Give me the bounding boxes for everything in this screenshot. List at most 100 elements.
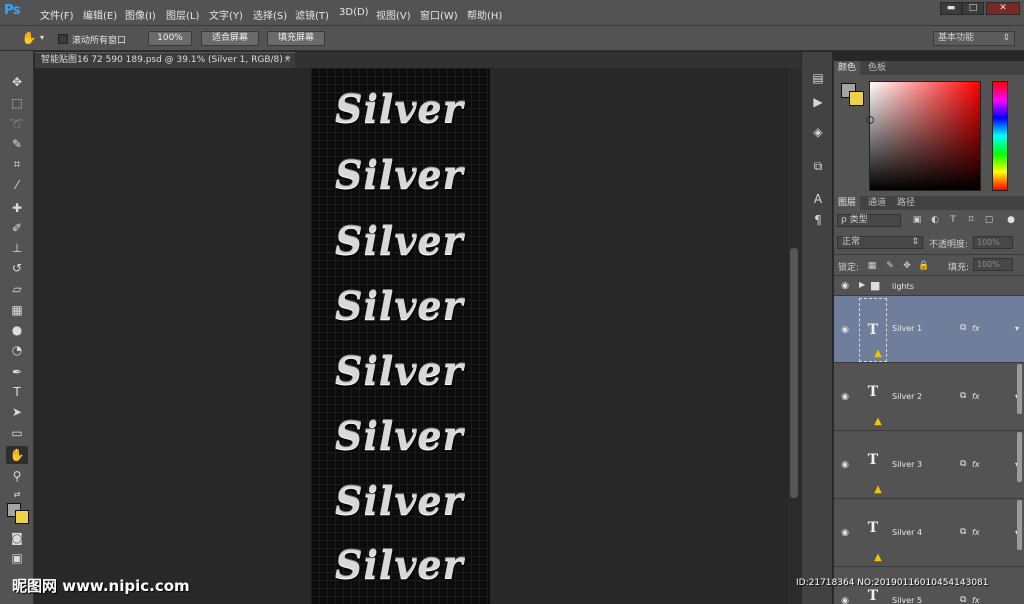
expand-effects-icon[interactable]: ▾ <box>1015 324 1019 333</box>
options-bar: ✋ ▾ 滚动所有窗口 100% 适合屏幕 填充屏幕 基本功能 ⇕ <box>0 26 1024 51</box>
dodge-tool-icon[interactable]: ◔ <box>6 341 28 359</box>
menu-select[interactable]: 选择(S) <box>253 7 287 22</box>
gradient-tool-icon[interactable]: ▦ <box>6 301 28 319</box>
lock-image-icon[interactable]: ✎ <box>884 260 896 272</box>
blur-tool-icon[interactable]: ● <box>6 321 28 339</box>
history-panel-icon[interactable]: ▤ <box>809 70 827 86</box>
eyedropper-tool-icon[interactable]: ⁄ <box>6 176 28 194</box>
visibility-eye-icon[interactable]: ◉ <box>839 527 851 539</box>
color-picker-cursor[interactable] <box>866 116 874 124</box>
tab-layers[interactable]: 图层 <box>834 196 861 210</box>
layer-fx-icon[interactable]: fx <box>972 460 980 469</box>
tab-channels[interactable]: 通道 <box>864 196 890 210</box>
shape-filter-icon[interactable]: ⌑ <box>964 214 978 227</box>
hand-tool-icon[interactable]: ✋ <box>6 446 28 464</box>
close-tab-icon[interactable]: × <box>283 53 291 68</box>
brush-tool-icon[interactable]: ✐ <box>6 219 28 237</box>
menu-edit[interactable]: 编辑(E) <box>83 7 117 22</box>
menu-view[interactable]: 视图(V) <box>376 7 411 22</box>
character-panel-icon[interactable]: A <box>809 191 827 207</box>
visibility-eye-icon[interactable]: ◉ <box>839 595 851 604</box>
zoom-tool-icon[interactable]: ⚲ <box>6 467 28 485</box>
document-canvas[interactable]: Silver Silver Silver Silver Silver Silve… <box>311 68 490 604</box>
marquee-tool-icon[interactable]: ⬚ <box>6 94 28 112</box>
fill-screen-button[interactable]: 填充屏幕 <box>267 31 325 46</box>
adjustments-panel-icon[interactable]: ◈ <box>809 124 827 140</box>
menu-image[interactable]: 图像(I) <box>125 7 156 22</box>
opacity-field[interactable]: 100% <box>973 236 1013 249</box>
crop-tool-icon[interactable]: ⌗ <box>6 155 28 173</box>
close-window-button[interactable]: ✕ <box>986 2 1020 15</box>
scroll-all-windows-checkbox[interactable] <box>58 34 68 44</box>
tab-color[interactable]: 颜色 <box>834 61 861 75</box>
layer-fx-icon[interactable]: fx <box>972 392 980 401</box>
move-tool-icon[interactable]: ✥ <box>6 73 28 91</box>
pen-tool-icon[interactable]: ✒ <box>6 363 28 381</box>
visibility-eye-icon[interactable]: ◉ <box>839 459 851 471</box>
menu-help[interactable]: 帮助(H) <box>467 7 502 22</box>
lock-transparent-icon[interactable]: ▦ <box>866 260 878 272</box>
paragraph-panel-icon[interactable]: ¶ <box>809 212 827 228</box>
layer-fx-icon[interactable]: fx <box>972 528 980 537</box>
hue-slider[interactable] <box>992 81 1008 191</box>
menu-layer[interactable]: 图层(L) <box>166 7 199 22</box>
menu-3d[interactable]: 3D(D) <box>339 7 369 18</box>
scrollbar-thumb[interactable] <box>790 248 798 498</box>
canvas-vertical-scrollbar[interactable] <box>788 68 801 604</box>
workspace-select[interactable]: 基本功能 ⇕ <box>933 31 1015 46</box>
layer-row[interactable]: ◉ T ▲ Silver 4 ⧉ fx ▾ <box>834 500 1024 567</box>
rectangle-tool-icon[interactable]: ▭ <box>6 424 28 442</box>
expand-arrow-icon[interactable]: ▶ <box>859 280 865 289</box>
color-picker-field[interactable] <box>869 81 981 191</box>
layer-group-row[interactable]: ◉ ▶ ■ lights <box>834 277 1024 296</box>
lock-position-icon[interactable]: ✥ <box>901 260 913 272</box>
pixel-filter-icon[interactable]: ▣ <box>910 214 924 227</box>
restore-button[interactable]: □ <box>962 2 984 15</box>
filter-toggle-icon[interactable]: ● <box>1004 214 1018 227</box>
clone-stamp-tool-icon[interactable]: ⊥ <box>6 239 28 257</box>
visibility-eye-icon[interactable]: ◉ <box>839 324 851 336</box>
chevron-down-icon[interactable]: ▾ <box>40 33 44 42</box>
fill-field[interactable]: 100% <box>973 258 1013 271</box>
path-select-tool-icon[interactable]: ➤ <box>6 403 28 421</box>
layer-fx-icon[interactable]: fx <box>972 324 980 333</box>
history-brush-tool-icon[interactable]: ↺ <box>6 259 28 277</box>
visibility-eye-icon[interactable]: ◉ <box>839 280 851 292</box>
group-name: lights <box>892 282 914 291</box>
layer-row[interactable]: ◉ T ▲ Silver 1 ⧉ fx ▾ <box>834 296 1024 363</box>
layer-fx-icon[interactable]: fx <box>972 596 980 604</box>
document-tab[interactable]: 智能贴图16 72 590 189.psd @ 39.1% (Silver 1,… <box>35 52 295 68</box>
swap-colors-icon[interactable]: ⇄ <box>6 486 28 504</box>
type-filter-icon[interactable]: T <box>946 214 960 227</box>
menu-window[interactable]: 窗口(W) <box>420 7 458 22</box>
tab-swatches[interactable]: 色板 <box>864 61 890 75</box>
background-color-swatch[interactable] <box>15 510 29 524</box>
menu-filter[interactable]: 滤镜(T) <box>295 7 329 22</box>
menu-file[interactable]: 文件(F) <box>40 7 74 22</box>
smart-object-filter-icon[interactable]: ▢ <box>982 214 996 227</box>
healing-brush-tool-icon[interactable]: ✚ <box>6 199 28 217</box>
layer-filter-select[interactable]: ρ 类型 <box>837 214 901 227</box>
actions-panel-icon[interactable]: ▶ <box>809 94 827 110</box>
minimize-button[interactable]: ▬ <box>940 2 962 15</box>
background-color-swatch[interactable] <box>849 91 864 106</box>
blend-mode-select[interactable]: 正常 ⇕ <box>837 236 923 249</box>
eraser-tool-icon[interactable]: ▱ <box>6 280 28 298</box>
tab-paths[interactable]: 路径 <box>893 196 919 210</box>
zoom-100-button[interactable]: 100% <box>148 31 192 46</box>
lock-all-icon[interactable]: 🔒 <box>918 260 930 272</box>
hand-tool-preset-icon[interactable]: ✋ <box>18 29 40 47</box>
fit-screen-button[interactable]: 适合屏幕 <box>201 31 259 46</box>
visibility-eye-icon[interactable]: ◉ <box>839 391 851 403</box>
properties-panel-icon[interactable]: ⧉ <box>809 158 827 174</box>
menu-type[interactable]: 文字(Y) <box>209 7 243 22</box>
type-tool-icon[interactable]: T <box>6 383 28 401</box>
adjustment-filter-icon[interactable]: ◐ <box>928 214 942 227</box>
quick-select-tool-icon[interactable]: ✎ <box>6 135 28 153</box>
screen-mode-icon[interactable]: ▣ <box>6 549 28 567</box>
layer-row[interactable]: ◉ T ▲ Silver 3 ⧉ fx ▾ <box>834 432 1024 499</box>
layer-name: Silver 5 <box>892 596 923 604</box>
quick-mask-icon[interactable]: ◙ <box>6 529 28 547</box>
lasso-tool-icon[interactable]: ➰ <box>6 115 28 133</box>
layer-row[interactable]: ◉ T ▲ Silver 2 ⧉ fx ▾ <box>834 364 1024 431</box>
